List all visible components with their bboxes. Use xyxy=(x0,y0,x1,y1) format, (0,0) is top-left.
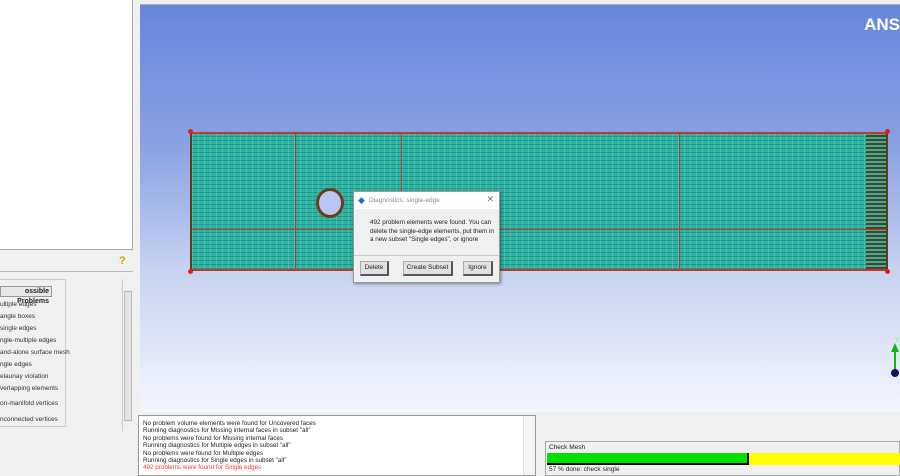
problem-item[interactable]: angle boxes xyxy=(0,313,35,320)
z-axis-dot xyxy=(891,369,899,377)
progress-title: Check Mesh xyxy=(549,444,586,451)
vertex-point xyxy=(885,129,890,134)
y-axis-arrowhead xyxy=(891,343,899,352)
panel-divider xyxy=(0,250,133,272)
axis-triad: Y xyxy=(891,337,900,377)
block-line xyxy=(679,134,680,269)
ignore-button[interactable]: Ignore xyxy=(463,261,493,276)
vertex-point xyxy=(885,269,890,274)
top-edge xyxy=(192,132,886,134)
y-axis-label: Y xyxy=(895,337,900,344)
problem-item[interactable]: on-manifold vertices xyxy=(0,400,58,407)
progress-fill xyxy=(547,453,749,465)
delete-button[interactable]: Delete xyxy=(360,261,389,276)
console-line: No problem volume elements were found fo… xyxy=(143,420,316,427)
ansys-logo: ANS xyxy=(864,15,900,34)
diagnostics-dialog: Diagnostics: single-edge ◆ ✕ 492 problem… xyxy=(353,191,500,283)
progress-status: 57 % done: check single xyxy=(549,466,620,473)
mesh-outlet-region xyxy=(866,134,886,269)
console-line: No problems were found for Missing inter… xyxy=(143,434,283,442)
problem-item[interactable]: nconnected vertices xyxy=(0,416,58,423)
block-line xyxy=(192,229,886,230)
dialog-title: Diagnostics: single-edge xyxy=(354,192,499,209)
close-icon[interactable]: ✕ xyxy=(486,194,494,205)
progress-bar xyxy=(547,453,900,465)
dialog-divider xyxy=(354,255,499,256)
problem-item[interactable]: ultiple edges xyxy=(0,301,37,308)
console-error-line: 492 problems were found for Single edges xyxy=(143,464,262,472)
problem-item[interactable]: and-alone surface mesh xyxy=(0,349,70,356)
model-tree-panel[interactable] xyxy=(0,0,133,250)
progress-panel: Check Mesh 57 % done: check single xyxy=(545,441,900,476)
console-line: Running diagnostics for Multiple edges i… xyxy=(143,442,291,450)
problem-item[interactable]: verlapping elements xyxy=(0,385,58,392)
console-line: Running diagnostics for Missing internal… xyxy=(143,427,311,435)
mesh-domain xyxy=(188,129,890,274)
dialog-message: 492 problem elements were found. You can… xyxy=(370,219,494,243)
help-icon[interactable]: ? xyxy=(119,255,129,267)
graphics-viewport[interactable]: ANS Y xyxy=(140,4,900,412)
problem-item[interactable]: ngle-multiple edges xyxy=(0,337,56,344)
create-subset-button[interactable]: Create Subset xyxy=(403,261,453,276)
scrollbar-thumb[interactable] xyxy=(124,291,132,421)
vertex-point xyxy=(188,129,193,134)
problem-item[interactable]: single edges xyxy=(0,325,37,332)
block-line xyxy=(295,134,296,269)
console-output[interactable]: No problem volume elements were found fo… xyxy=(138,415,536,476)
app-diamond-icon: ◆ xyxy=(358,195,365,205)
bottom-edge xyxy=(192,269,886,271)
console-line: No problems were found for Multiple edge… xyxy=(143,449,264,457)
console-line: Running diagnostics for Single edges in … xyxy=(143,457,287,465)
left-scrollbar[interactable] xyxy=(122,279,132,431)
problem-item[interactable]: elaunay violation xyxy=(0,373,48,380)
cylinder-hole xyxy=(316,188,344,218)
vertex-point xyxy=(188,269,193,274)
possible-problems-header[interactable]: ossible Problems xyxy=(0,286,52,305)
console-scrollbar[interactable] xyxy=(523,416,535,475)
problem-item[interactable]: ngle edges xyxy=(0,361,32,368)
